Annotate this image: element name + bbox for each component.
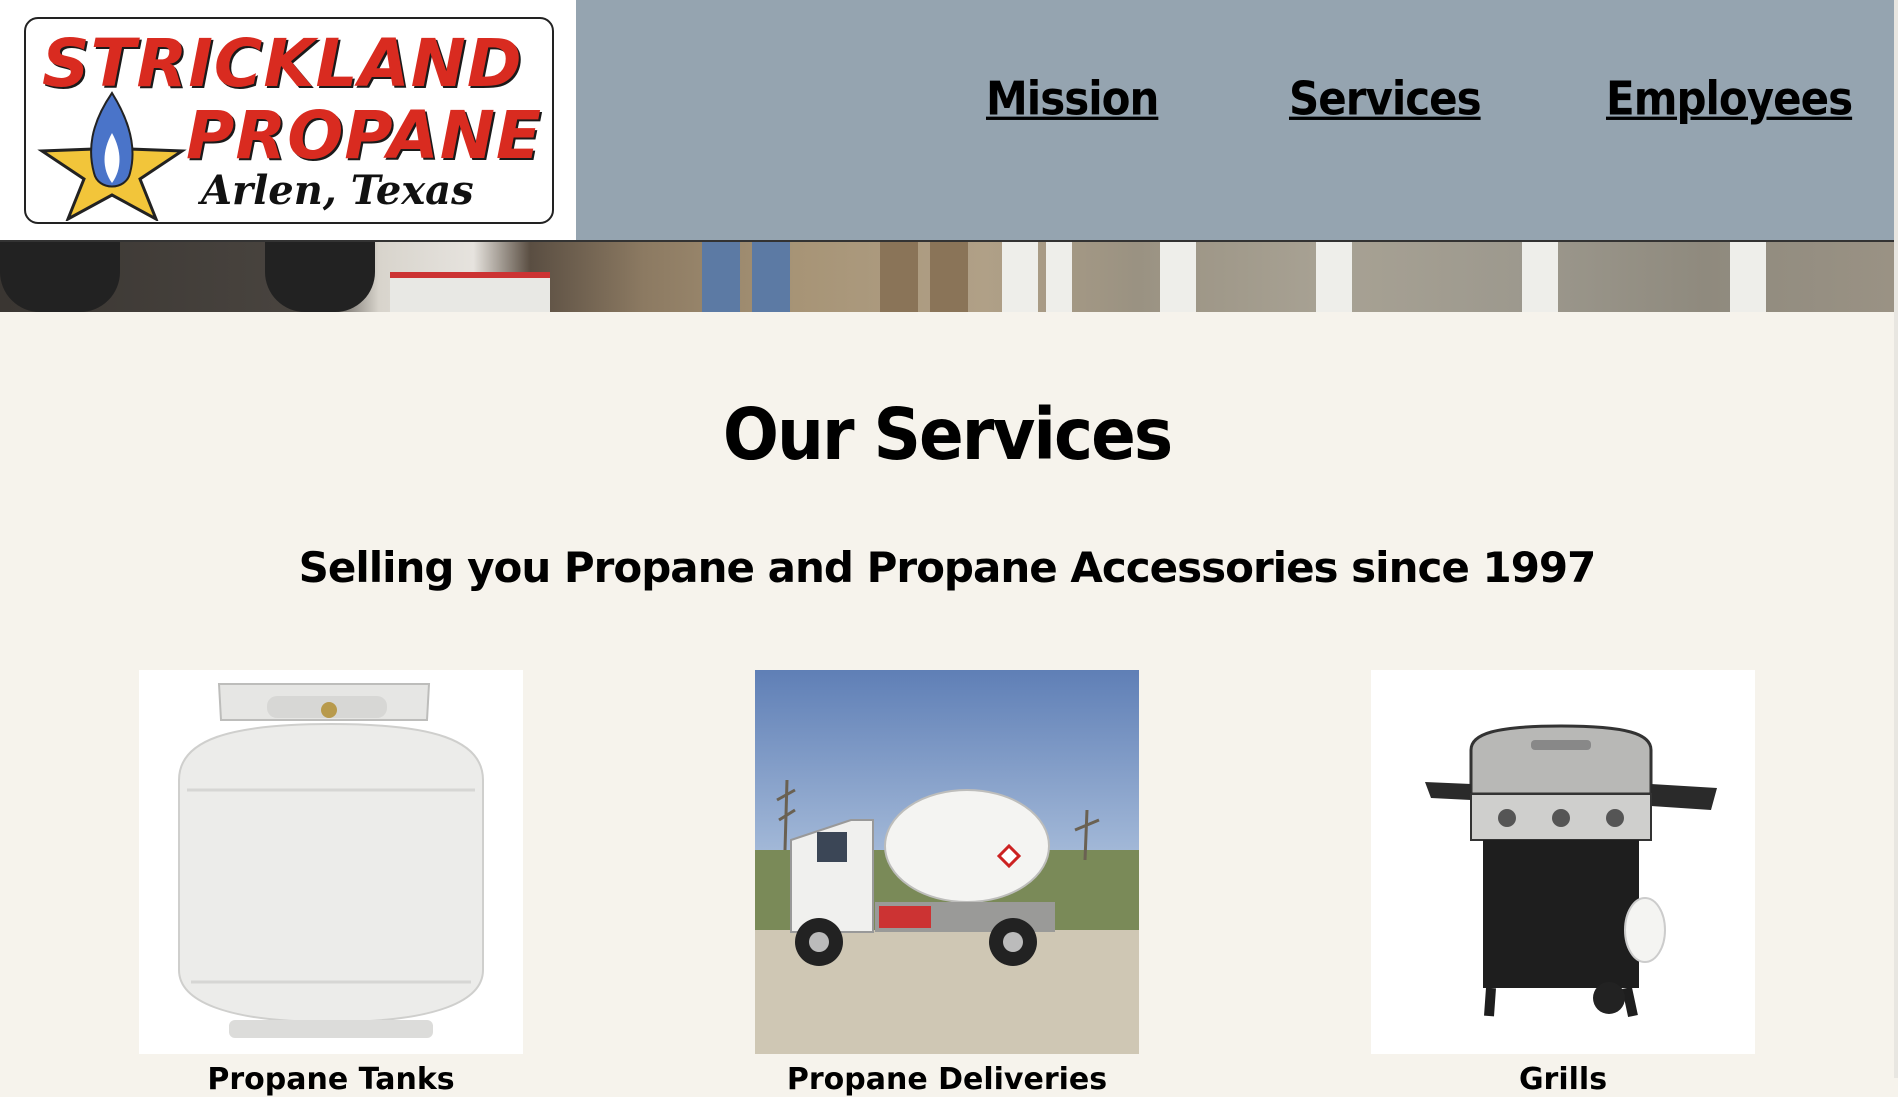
service-card-propane-deliveries[interactable]: Propane Deliveries bbox=[755, 670, 1139, 1097]
page-scrollbar[interactable] bbox=[1894, 0, 1898, 1078]
service-card-propane-tanks[interactable]: Propane Tanks bbox=[139, 670, 523, 1097]
fence-post-shape bbox=[1046, 242, 1072, 312]
nav-link-services[interactable]: Services bbox=[1289, 72, 1482, 126]
truck-wheel-shape bbox=[265, 242, 375, 312]
fence-post-shape bbox=[1316, 242, 1352, 312]
truck-wheel-shape bbox=[0, 242, 120, 312]
site-header: STRICKLAND PROPANE Arlen, Texas Mission … bbox=[0, 0, 1894, 242]
page-title: Our Services bbox=[722, 392, 1173, 477]
main-nav: Mission Services Employees bbox=[0, 72, 1898, 134]
worker-leg-shape bbox=[702, 242, 740, 312]
worker-leg-shape bbox=[880, 242, 918, 312]
nav-link-mission[interactable]: Mission bbox=[986, 72, 1159, 126]
propane-tank-image bbox=[139, 670, 523, 1054]
truck-body-shape bbox=[390, 272, 550, 312]
fence-post-shape bbox=[1002, 242, 1038, 312]
worker-leg-shape bbox=[930, 242, 968, 312]
propane-truck-image bbox=[755, 670, 1139, 1054]
gas-grill-image bbox=[1371, 670, 1755, 1054]
logo-text-location: Arlen, Texas bbox=[201, 167, 474, 214]
nav-link-employees[interactable]: Employees bbox=[1606, 72, 1853, 126]
service-card-caption: Grills bbox=[1518, 1062, 1608, 1097]
fence-post-shape bbox=[1160, 242, 1196, 312]
service-card-caption: Propane Tanks bbox=[207, 1062, 455, 1097]
service-card-grills[interactable]: Grills bbox=[1371, 670, 1755, 1097]
service-card-caption: Propane Deliveries bbox=[786, 1062, 1108, 1097]
fence-post-shape bbox=[1730, 242, 1766, 312]
worker-leg-shape bbox=[752, 242, 790, 312]
hero-banner-image bbox=[0, 242, 1894, 312]
page-tagline: Selling you Propane and Propane Accessor… bbox=[298, 543, 1597, 592]
fence-post-shape bbox=[1522, 242, 1558, 312]
